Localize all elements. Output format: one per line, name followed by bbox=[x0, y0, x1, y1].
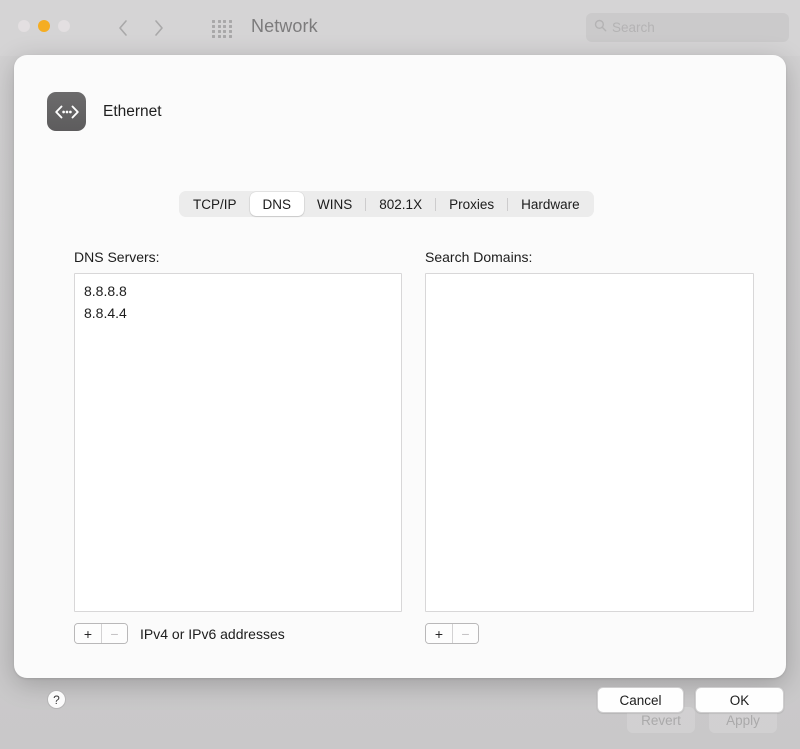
chevron-left-icon bbox=[119, 20, 127, 36]
search-domains-stepper: + − bbox=[425, 623, 479, 644]
tab-hardware[interactable]: Hardware bbox=[508, 192, 593, 216]
search-domains-label: Search Domains: bbox=[425, 249, 533, 265]
traffic-light-group bbox=[18, 20, 70, 32]
tab-tcpip[interactable]: TCP/IP bbox=[180, 192, 250, 216]
cancel-button[interactable]: Cancel bbox=[597, 687, 684, 713]
app-grid-icon[interactable] bbox=[209, 18, 235, 40]
back-button[interactable] bbox=[115, 14, 131, 42]
forward-button[interactable] bbox=[151, 14, 167, 42]
dns-servers-stepper: + − bbox=[74, 623, 128, 644]
search-input[interactable]: Search bbox=[586, 13, 789, 42]
ok-button[interactable]: OK bbox=[695, 687, 784, 713]
tab-wins[interactable]: WINS bbox=[304, 192, 365, 216]
list-item[interactable]: 8.8.8.8 bbox=[75, 280, 401, 302]
page-title: Network bbox=[251, 16, 318, 36]
tab-proxies[interactable]: Proxies bbox=[436, 192, 507, 216]
tab-8021x[interactable]: 802.1X bbox=[366, 192, 435, 216]
sheet-header: Ethernet bbox=[47, 92, 162, 131]
zoom-window-button[interactable] bbox=[58, 20, 70, 32]
dns-servers-label: DNS Servers: bbox=[74, 249, 160, 265]
search-icon bbox=[594, 19, 607, 37]
add-search-domain-button[interactable]: + bbox=[426, 624, 452, 643]
service-name-label: Ethernet bbox=[103, 102, 162, 120]
dns-servers-hint: IPv4 or IPv6 addresses bbox=[140, 626, 285, 642]
remove-dns-server-button: − bbox=[101, 624, 127, 643]
help-button[interactable]: ? bbox=[47, 690, 66, 709]
list-item[interactable]: 8.8.4.4 bbox=[75, 302, 401, 324]
tab-dns[interactable]: DNS bbox=[249, 192, 305, 216]
minimize-window-button[interactable] bbox=[38, 20, 50, 32]
search-domains-list[interactable] bbox=[425, 273, 754, 612]
network-preferences-window: Network Search Revert Apply Ethernet TCP… bbox=[0, 0, 800, 749]
ethernet-icon bbox=[47, 92, 86, 131]
close-window-button[interactable] bbox=[18, 20, 30, 32]
navigation-arrows bbox=[115, 14, 167, 42]
dns-settings-sheet: Ethernet TCP/IP DNS WINS 802.1X Proxies … bbox=[14, 55, 786, 713]
search-placeholder: Search bbox=[612, 20, 655, 35]
dns-servers-list[interactable]: 8.8.8.8 8.8.4.4 bbox=[74, 273, 402, 612]
remove-search-domain-button: − bbox=[452, 624, 478, 643]
chevron-right-icon bbox=[155, 20, 163, 36]
add-dns-server-button[interactable]: + bbox=[75, 624, 101, 643]
settings-tabbar: TCP/IP DNS WINS 802.1X Proxies Hardware bbox=[179, 191, 594, 217]
window-toolbar: Network Search bbox=[0, 0, 800, 56]
